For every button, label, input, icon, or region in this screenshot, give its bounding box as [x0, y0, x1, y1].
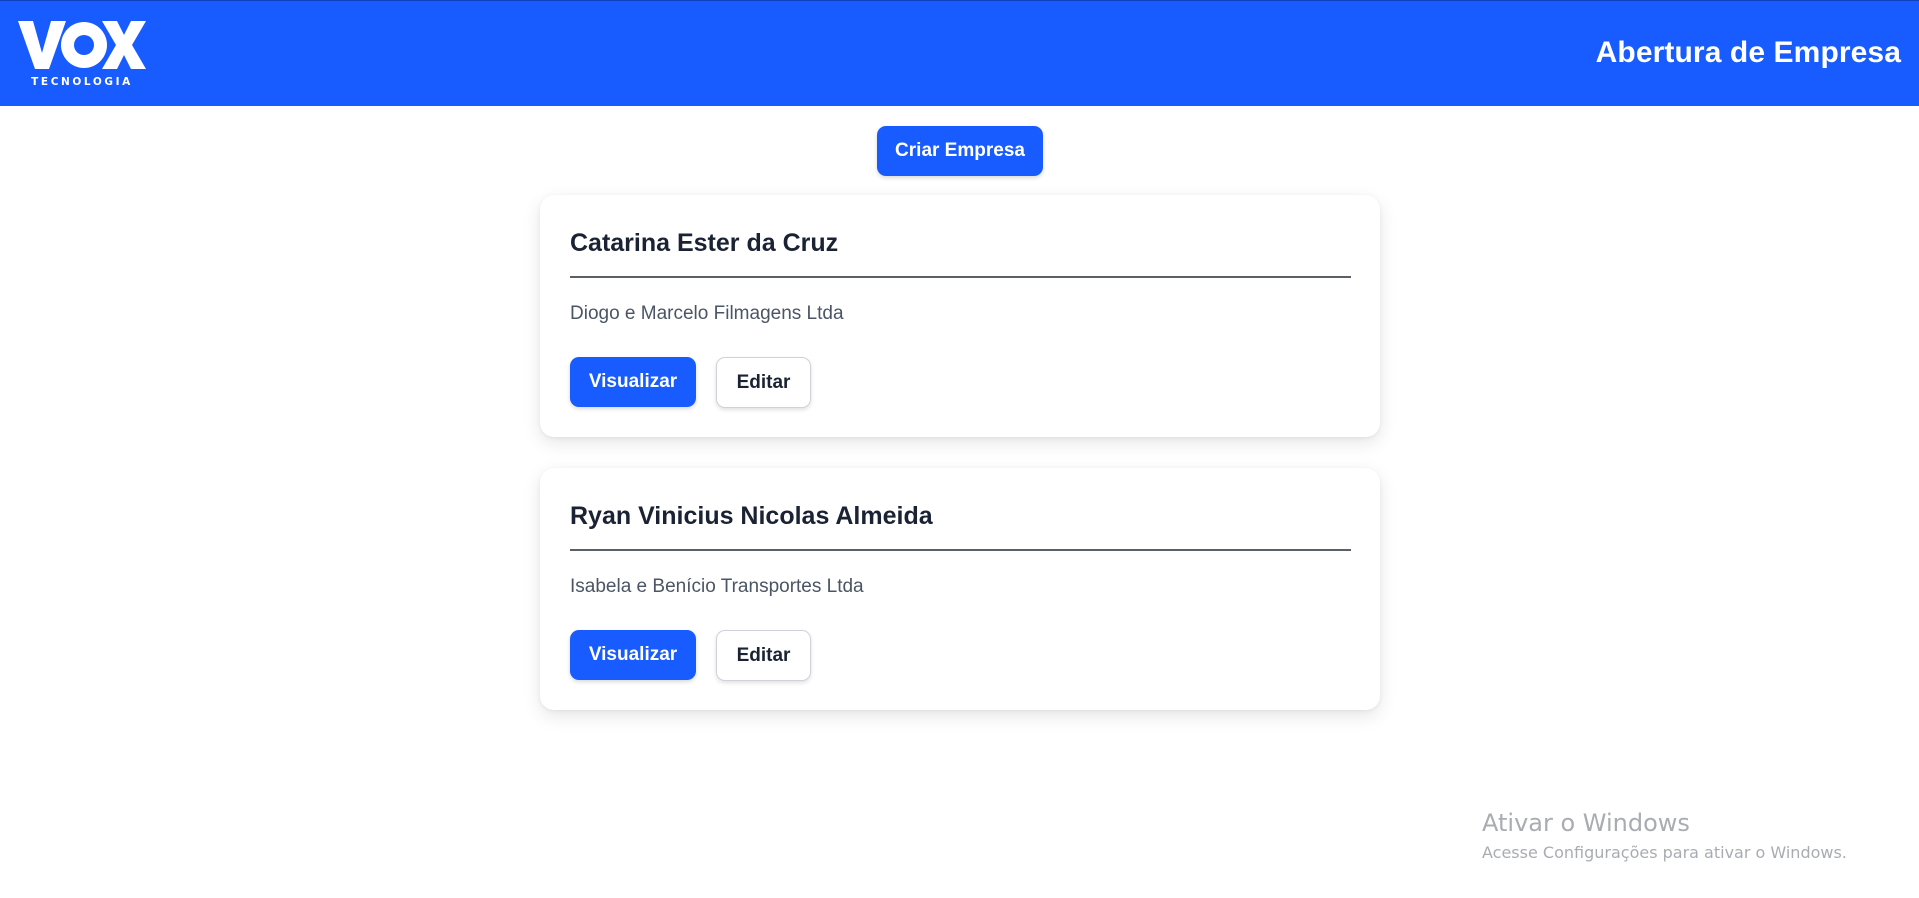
- logo-tagline: TECNOLOGIA: [31, 76, 133, 88]
- windows-activation-watermark: Ativar o Windows Acesse Configurações pa…: [1482, 808, 1847, 864]
- vox-logo-image: TECNOLOGIA: [18, 21, 146, 88]
- watermark-subtitle: Acesse Configurações para ativar o Windo…: [1482, 843, 1847, 862]
- card-company-name: Diogo e Marcelo Filmagens Ltda: [570, 303, 844, 324]
- vox-logo[interactable]: TECNOLOGIA: [18, 19, 148, 89]
- company-card: Ryan Vinicius Nicolas Almeida Isabela e …: [540, 468, 1380, 710]
- card-company-name: Isabela e Benício Transportes Ltda: [570, 576, 864, 597]
- card-divider: [570, 276, 1351, 278]
- create-company-button[interactable]: Criar Empresa: [877, 126, 1043, 176]
- card-divider: [570, 549, 1351, 551]
- company-card: Catarina Ester da Cruz Diogo e Marcelo F…: [540, 195, 1380, 437]
- card-owner-name: Catarina Ester da Cruz: [570, 229, 839, 257]
- edit-button[interactable]: Editar: [716, 357, 811, 408]
- watermark-title: Ativar o Windows: [1482, 809, 1690, 837]
- edit-button[interactable]: Editar: [716, 630, 811, 681]
- page-title: Abertura de Empresa: [1595, 36, 1901, 69]
- card-owner-name: Ryan Vinicius Nicolas Almeida: [570, 502, 933, 530]
- view-button[interactable]: Visualizar: [570, 630, 696, 680]
- view-button[interactable]: Visualizar: [570, 357, 696, 407]
- app-header: TECNOLOGIA Abertura de Empresa: [0, 0, 1919, 106]
